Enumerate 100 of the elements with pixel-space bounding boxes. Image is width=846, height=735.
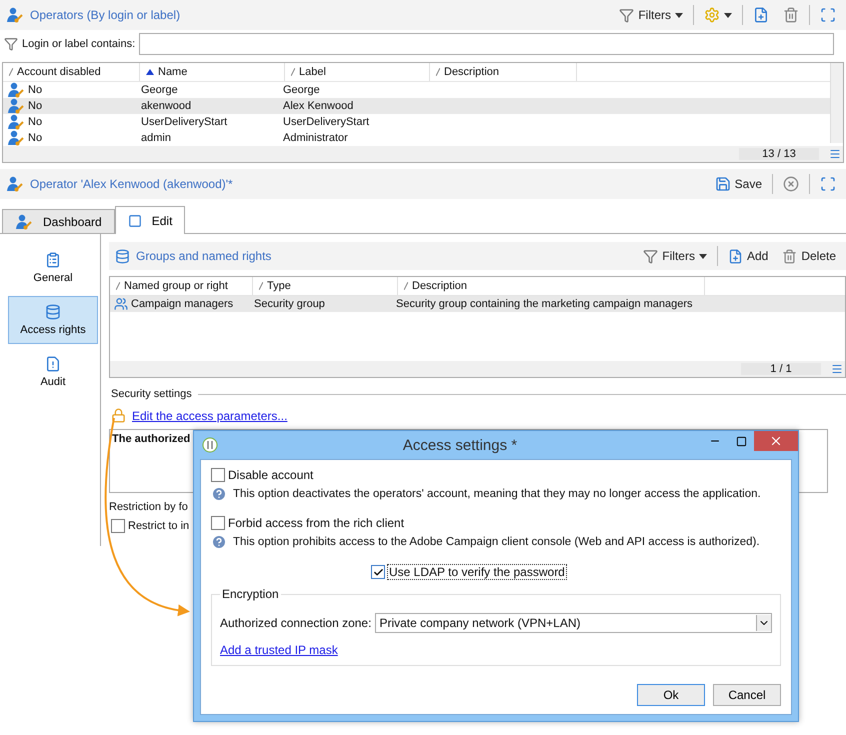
checkbox[interactable] xyxy=(371,565,385,579)
table-cell-text: Security group xyxy=(253,298,326,310)
sidebar-item[interactable]: Audit xyxy=(8,348,98,396)
gear-icon xyxy=(704,7,720,23)
help-text: This option prohibits access to the Adobe Campaign client console (Web and API access is authorized). xyxy=(233,536,760,548)
close-icon xyxy=(769,434,783,448)
sort-icon xyxy=(291,68,295,76)
window-icon xyxy=(128,214,142,228)
checkbox[interactable] xyxy=(211,516,225,530)
caret-icon xyxy=(675,12,683,18)
column-header[interactable]: Name xyxy=(140,63,285,81)
column-header[interactable]: Named group or right xyxy=(110,277,253,295)
close-icon xyxy=(783,176,799,192)
checkbox-label: Use LDAP to verify the password xyxy=(387,564,567,580)
column-header[interactable]: Label xyxy=(285,63,430,81)
column-header[interactable]: Description xyxy=(430,63,577,81)
tab[interactable]: Dashboard xyxy=(2,209,115,233)
database-icon xyxy=(115,248,130,264)
summary-text: The authorized xyxy=(112,433,190,445)
table-cell-text: George xyxy=(140,84,179,96)
table-cell-text: Security group containing the marketing campaign managers xyxy=(395,298,694,310)
trash-icon xyxy=(783,7,799,23)
record-count: 13 / 13 xyxy=(739,148,819,160)
panel-title: Operators (By login or label) xyxy=(30,8,182,22)
check-icon xyxy=(372,566,384,578)
fullscreen-icon xyxy=(820,7,836,23)
panel-title: Operator 'Alex Kenwood (akenwood)'* xyxy=(30,177,234,191)
fullscreen-icon xyxy=(820,176,836,192)
checkbox[interactable] xyxy=(111,519,125,533)
table-cell-text: Alex Kenwood xyxy=(282,100,354,112)
save-button[interactable]: Save xyxy=(710,174,766,194)
table-row[interactable]: Campaign managers Security group Security group containing the marketing campaign managers xyxy=(110,296,845,312)
caret-icon xyxy=(724,12,732,18)
new-document-icon xyxy=(753,7,769,23)
tab[interactable]: Edit xyxy=(114,206,186,234)
filters-button[interactable]: Filters xyxy=(639,246,711,266)
maximize-icon xyxy=(736,436,746,446)
column-header[interactable]: Account disabled xyxy=(3,63,140,81)
sort-icon xyxy=(116,282,120,290)
delete-button[interactable]: Delete xyxy=(778,246,840,266)
field-label: Authorized connection zone: xyxy=(220,616,372,630)
sort-icon xyxy=(436,68,440,76)
access-link[interactable]: Edit the access parameters... xyxy=(132,408,288,422)
filter-icon xyxy=(4,37,18,51)
checkbox[interactable] xyxy=(211,468,225,482)
section-title: Groups and named rights xyxy=(136,249,272,263)
dialog-button[interactable]: Cancel xyxy=(713,684,781,706)
menu-icon xyxy=(831,363,843,375)
lock-icon xyxy=(111,408,126,423)
group-label: Encryption xyxy=(220,587,281,601)
dialog-button[interactable]: Ok xyxy=(637,684,705,706)
sidebar-item[interactable]: Access rights xyxy=(8,296,98,344)
app-icon xyxy=(202,437,218,453)
checkbox-label: Restrict to in xyxy=(128,520,190,532)
dialog-title: Access settings * xyxy=(402,436,518,454)
sort-icon xyxy=(9,68,13,76)
table-cell-text: UserDeliveryStart xyxy=(282,116,370,128)
column-header[interactable]: Description xyxy=(398,277,705,295)
save-icon xyxy=(714,176,731,192)
sort-icon xyxy=(404,282,408,290)
table-cell-text: George xyxy=(282,84,321,96)
user-key-icon xyxy=(7,130,25,146)
column-header[interactable]: Type xyxy=(253,277,398,295)
table-cell: No xyxy=(3,130,137,146)
group-label: Restriction by fo xyxy=(109,501,188,513)
add-button[interactable]: Add xyxy=(724,246,772,266)
table-cell-text: UserDeliveryStart xyxy=(140,116,228,128)
sort-ascending-icon xyxy=(146,69,154,75)
user-key-icon xyxy=(6,176,24,192)
document-icon xyxy=(45,356,61,372)
filter-icon xyxy=(643,248,658,264)
table-cell: No xyxy=(3,82,137,98)
close-button[interactable] xyxy=(754,431,798,451)
clipboard-icon xyxy=(45,252,61,268)
help-icon xyxy=(211,486,227,502)
new-document-icon xyxy=(728,248,743,264)
filters-button[interactable]: Filters xyxy=(615,6,687,24)
user-key-icon xyxy=(15,214,33,230)
filter-label: Login or label contains: xyxy=(22,38,136,50)
group-label: Security settings xyxy=(111,388,192,400)
filter-icon xyxy=(619,8,634,22)
menu-icon xyxy=(829,148,841,160)
caret-icon xyxy=(698,254,707,258)
search-field[interactable] xyxy=(139,33,834,55)
checkbox-label: Forbid access from the rich client xyxy=(228,516,404,530)
sidebar-item[interactable]: General xyxy=(8,244,98,292)
user-key-icon xyxy=(7,82,25,98)
add-ip-mask-link[interactable]: Add a trusted IP mask xyxy=(220,643,338,657)
sort-icon xyxy=(259,282,263,290)
table-cell: Campaign managers xyxy=(110,297,250,311)
table-cell-text: akenwood xyxy=(140,100,192,112)
table-row[interactable]: No akenwood Alex Kenwood xyxy=(3,98,831,114)
help-icon xyxy=(211,534,227,550)
table-cell: No xyxy=(3,114,137,130)
checkbox-label: Disable account xyxy=(228,468,314,482)
trash-icon xyxy=(782,248,798,264)
record-count: 1 / 1 xyxy=(741,363,821,375)
users-icon xyxy=(114,297,128,311)
zone-dropdown[interactable]: Private company network (VPN+LAN) xyxy=(375,613,772,633)
database-icon xyxy=(45,304,61,320)
